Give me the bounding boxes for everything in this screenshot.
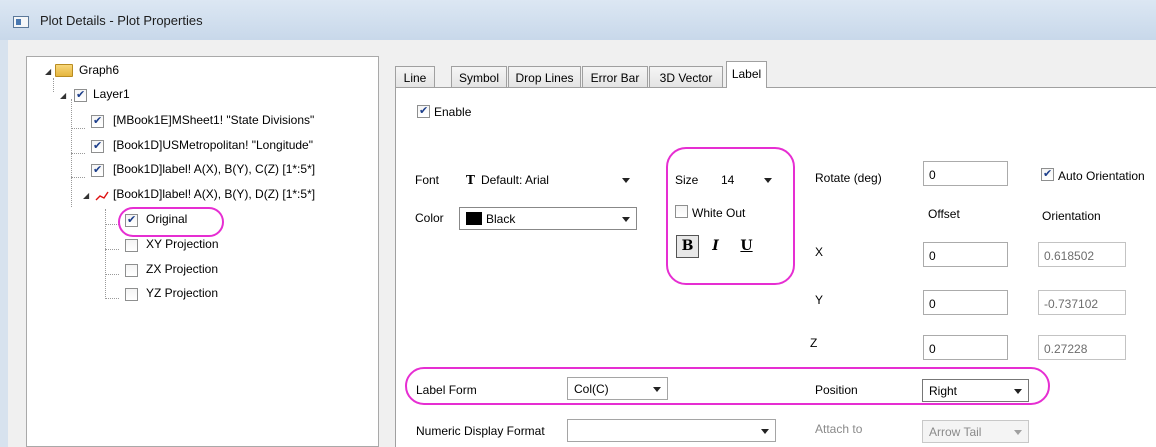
tree-label-original: Original <box>146 212 188 226</box>
chevron-down-icon <box>761 429 769 434</box>
collapse-icon[interactable]: ◢ <box>45 67 54 76</box>
size-dropdown[interactable]: 14 <box>714 168 779 191</box>
bold-button[interactable]: B <box>676 235 699 258</box>
color-dropdown[interactable]: Black <box>459 207 637 230</box>
numeric-format-label: Numeric Display Format <box>416 424 545 438</box>
label-form-label: Label Form <box>416 383 477 397</box>
numeric-format-dropdown[interactable] <box>567 419 776 442</box>
label-form-value: Col(C) <box>574 382 609 396</box>
tree-node-plot[interactable]: [Book1D]label! A(X), B(Y), C(Z) [1*:5*] <box>87 160 377 180</box>
chevron-down-icon <box>622 178 630 183</box>
plot-checkbox[interactable] <box>91 139 104 153</box>
x-label: X <box>815 245 824 259</box>
tree-label-plot: [Book1D]label! A(X), B(Y), D(Z) [1*:5*] <box>113 187 316 201</box>
yz-projection-checkbox[interactable] <box>125 288 138 301</box>
folder-icon <box>55 64 73 77</box>
collapse-icon[interactable]: ◢ <box>60 91 69 100</box>
position-dropdown[interactable]: Right <box>922 379 1029 402</box>
tree-label-yz-projection: YZ Projection <box>146 286 219 300</box>
plot-tree[interactable]: ◢ Graph6 ◢ Layer1 [MBook1E]MSheet1! "Sta… <box>26 56 379 447</box>
white-out-checkbox[interactable] <box>675 205 688 218</box>
tree-label-layer: Layer1 <box>93 87 130 101</box>
white-out-label: White Out <box>692 206 746 220</box>
attach-to-label: Attach to <box>815 422 863 436</box>
orientation-header: Orientation <box>1042 209 1101 223</box>
size-label: Size <box>675 173 699 187</box>
window-title: Plot Details - Plot Properties <box>40 13 203 28</box>
rotate-label: Rotate (deg) <box>815 171 882 185</box>
tree-node-plot[interactable]: ◢ [Book1D]label! A(X), B(Y), D(Z) [1*:5*… <box>83 185 377 205</box>
attach-to-value: Arrow Tail <box>929 425 982 439</box>
tree-label-plot: [MBook1E]MSheet1! "State Divisions" <box>113 113 315 127</box>
tree-node-plot[interactable]: [MBook1E]MSheet1! "State Divisions" <box>87 111 377 131</box>
color-value: Black <box>486 212 516 226</box>
y-offset-input[interactable]: 0 <box>923 290 1008 315</box>
offset-header: Offset <box>928 207 960 221</box>
chevron-down-icon <box>653 387 661 392</box>
x-offset-input[interactable]: 0 <box>923 242 1008 267</box>
zx-projection-checkbox[interactable] <box>125 264 138 277</box>
x-orientation-input: 0.618502 <box>1038 242 1126 267</box>
tab-error-bar[interactable]: Error Bar <box>582 66 648 88</box>
z-orientation-input: 0.27228 <box>1038 335 1126 360</box>
auto-orientation-checkbox[interactable] <box>1041 167 1054 181</box>
tree-label-zx-projection: ZX Projection <box>146 262 219 276</box>
plot-checkbox[interactable] <box>91 114 104 128</box>
label-form-dropdown[interactable]: Col(C) <box>567 377 668 400</box>
auto-orientation-label: Auto Orientation <box>1058 169 1145 183</box>
line-plot-icon <box>95 191 109 201</box>
tree-label-xy-projection: XY Projection <box>146 237 219 251</box>
y-label: Y <box>815 293 824 307</box>
tree-node-zx-projection[interactable]: ZX Projection <box>121 260 261 280</box>
plot-checkbox[interactable] <box>91 163 104 177</box>
tab-symbol[interactable]: Symbol <box>451 66 507 88</box>
tree-label-graph: Graph6 <box>79 63 120 77</box>
size-value: 14 <box>721 173 735 187</box>
chevron-down-icon <box>764 178 772 183</box>
label-tab-panel <box>395 87 1156 447</box>
tree-node-graph[interactable]: ◢ Graph6 <box>41 61 241 81</box>
color-label: Color <box>415 211 444 225</box>
collapse-icon[interactable]: ◢ <box>83 191 92 200</box>
font-value: Default: Arial <box>480 173 549 187</box>
chevron-down-icon <box>1014 430 1022 435</box>
italic-button[interactable]: I <box>704 236 727 259</box>
tab-drop-lines[interactable]: Drop Lines <box>508 66 581 88</box>
underline-button[interactable]: U <box>735 236 758 259</box>
position-value: Right <box>929 384 958 398</box>
tree-label-plot: [Book1D]USMetropolitan! "Longitude" <box>113 138 313 152</box>
position-label: Position <box>815 383 858 397</box>
window-icon <box>13 16 29 28</box>
tree-node-original[interactable]: Original <box>121 210 221 230</box>
tree-node-layer[interactable]: ◢ Layer1 <box>57 85 257 105</box>
font-dropdown[interactable]: T Default: Arial <box>459 168 637 191</box>
xy-projection-checkbox[interactable] <box>125 239 138 252</box>
chevron-down-icon <box>1014 389 1022 394</box>
y-orientation-input: -0.737102 <box>1038 290 1126 315</box>
tab-line[interactable]: Line <box>395 66 435 88</box>
tree-node-yz-projection[interactable]: YZ Projection <box>121 284 261 304</box>
chevron-down-icon <box>622 217 630 222</box>
tree-node-plot[interactable]: [Book1D]USMetropolitan! "Longitude" <box>87 136 377 156</box>
attach-to-dropdown: Arrow Tail <box>922 420 1029 443</box>
z-offset-input[interactable]: 0 <box>923 335 1008 360</box>
enable-checkbox[interactable] <box>417 104 430 118</box>
tab-label[interactable]: Label <box>726 61 767 88</box>
tree-label-plot: [Book1D]label! A(X), B(Y), C(Z) [1*:5*] <box>113 162 316 176</box>
title-bar: Plot Details - Plot Properties <box>0 0 1156 40</box>
tab-3d-vector[interactable]: 3D Vector <box>649 66 723 88</box>
rotate-input[interactable]: 0 <box>923 161 1008 186</box>
z-label: Z <box>810 336 818 350</box>
original-checkbox[interactable] <box>125 213 138 227</box>
color-swatch <box>466 212 482 225</box>
font-label: Font <box>415 173 440 187</box>
truetype-icon: T <box>466 173 475 187</box>
layer-checkbox[interactable] <box>74 88 87 102</box>
enable-label: Enable <box>434 105 472 119</box>
tree-node-xy-projection[interactable]: XY Projection <box>121 235 261 255</box>
